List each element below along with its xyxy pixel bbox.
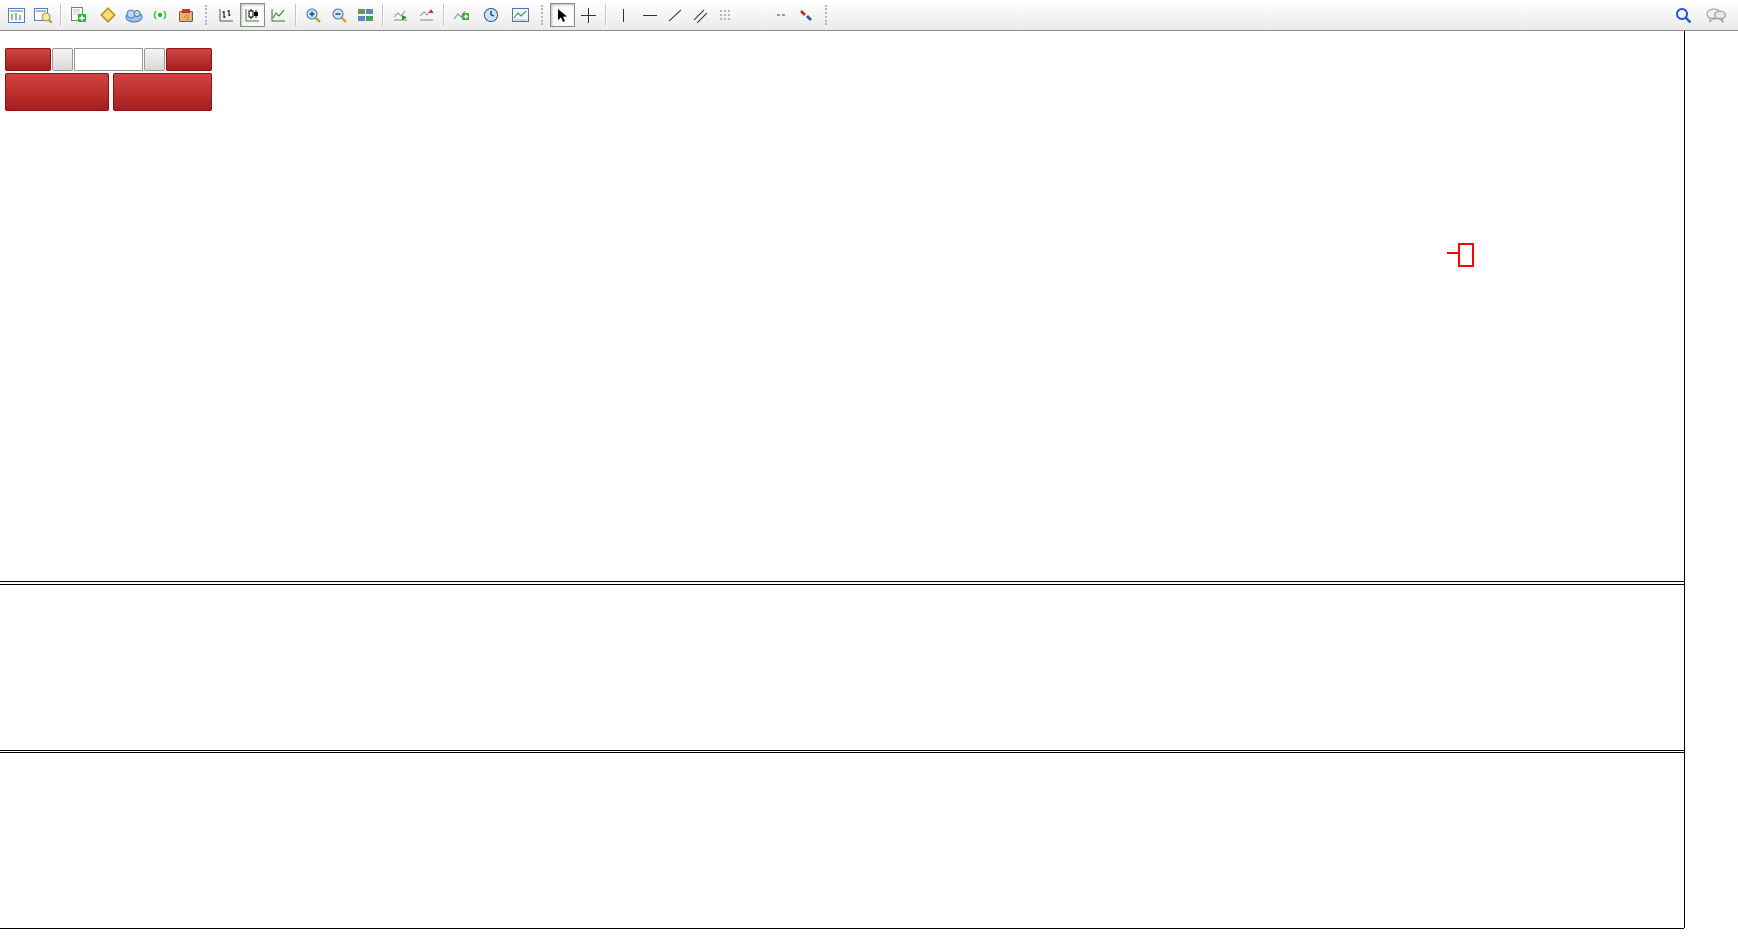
sell-price-display[interactable] — [5, 73, 109, 111]
text-tool-button[interactable] — [742, 3, 767, 27]
periods-button[interactable] — [479, 3, 507, 27]
trendline-icon — [668, 8, 683, 23]
clock-icon — [483, 7, 499, 23]
volume-decrease-button[interactable] — [52, 48, 73, 71]
toolbar-separator — [605, 4, 607, 26]
market-icon — [125, 8, 143, 23]
signals-button[interactable] — [148, 3, 173, 27]
sell-button[interactable] — [5, 48, 51, 71]
volume-increase-button[interactable] — [144, 48, 165, 71]
chat-button[interactable] — [1702, 3, 1730, 27]
one-click-trading-panel — [5, 48, 213, 111]
templates-button[interactable] — [508, 3, 538, 27]
cursor-tool-button[interactable] — [550, 3, 575, 27]
auto-scroll-button[interactable] — [388, 3, 413, 27]
autotrade-icon — [178, 7, 195, 23]
candles-chart-icon — [244, 7, 261, 23]
cursor-icon — [556, 8, 569, 23]
chat-icon — [1706, 7, 1726, 23]
profiles-button[interactable] — [30, 3, 56, 27]
new-order-button[interactable] — [66, 3, 94, 27]
buy-price-display[interactable] — [113, 73, 212, 111]
zoom-in-button[interactable] — [301, 3, 326, 27]
new-chart-icon — [8, 8, 25, 23]
toolbar — [0, 0, 1738, 31]
pane-separator[interactable] — [0, 584, 1684, 585]
fibonacci-icon — [719, 8, 734, 23]
market-button[interactable] — [121, 3, 147, 27]
price-annotation-label[interactable] — [1458, 243, 1474, 267]
price-annotation-connector — [1447, 252, 1458, 254]
volume-input[interactable] — [74, 48, 143, 71]
tile-windows-button[interactable] — [353, 3, 378, 27]
price-axis-border — [1684, 31, 1685, 928]
toolbar-separator — [60, 4, 62, 26]
search-icon — [1675, 7, 1692, 24]
zoom-out-icon — [331, 7, 348, 23]
crosshair-tool-button[interactable] — [576, 3, 601, 27]
toolbar-right — [1671, 3, 1734, 27]
new-chart-button[interactable] — [4, 3, 29, 27]
toolbar-separator — [443, 4, 445, 26]
arrows-tool-button[interactable] — [794, 3, 822, 27]
toolbar-separator — [295, 4, 297, 26]
signals-icon — [152, 7, 169, 23]
tile-windows-icon — [357, 7, 374, 23]
toolbar-separator — [382, 4, 384, 26]
toolbar-grip — [541, 5, 547, 25]
pane-separator[interactable] — [0, 750, 1684, 751]
zoom-in-icon — [305, 7, 322, 23]
line-chart-icon — [270, 7, 287, 23]
new-order-icon — [70, 7, 87, 23]
horizontal-line-icon — [642, 8, 658, 23]
macd-canvas[interactable] — [0, 585, 1684, 749]
line-chart-button[interactable] — [266, 3, 291, 27]
label-tool-icon — [777, 14, 785, 16]
autotrade-button[interactable] — [174, 3, 202, 27]
indicators-button[interactable] — [449, 3, 478, 27]
indicators-icon — [453, 7, 470, 23]
templates-icon — [512, 8, 530, 23]
crosshair-icon — [581, 8, 596, 23]
time-axis-border — [0, 928, 1684, 929]
hline-tool-button[interactable] — [637, 3, 662, 27]
toolbar-grip — [205, 5, 211, 25]
metaeditor-icon — [100, 7, 116, 23]
candles-chart-button[interactable] — [240, 3, 265, 27]
bars-chart-button[interactable] — [214, 3, 239, 27]
auto-scroll-icon — [392, 7, 409, 23]
buy-button[interactable] — [166, 48, 212, 71]
vline-tool-button[interactable] — [611, 3, 636, 27]
search-button[interactable] — [1671, 3, 1696, 27]
profiles-icon — [34, 7, 52, 23]
rsi-canvas[interactable] — [0, 753, 1684, 928]
pane-separator[interactable] — [0, 752, 1684, 753]
label-tool-button[interactable] — [768, 3, 793, 27]
arrows-icon — [798, 8, 814, 23]
chart-shift-icon — [418, 7, 435, 23]
toolbar-grip — [825, 5, 831, 25]
chart-shift-button[interactable] — [414, 3, 439, 27]
trendline-tool-button[interactable] — [663, 3, 688, 27]
metaeditor-button[interactable] — [95, 3, 120, 27]
fibonacci-tool-button[interactable] — [715, 3, 741, 27]
bars-chart-icon — [218, 7, 235, 23]
channel-tool-button[interactable] — [689, 3, 714, 27]
main-chart-canvas[interactable] — [0, 31, 1684, 581]
equidistant-channel-icon — [694, 8, 707, 23]
zoom-out-button[interactable] — [327, 3, 352, 27]
vertical-line-icon — [618, 8, 629, 23]
pane-separator[interactable] — [0, 581, 1684, 582]
